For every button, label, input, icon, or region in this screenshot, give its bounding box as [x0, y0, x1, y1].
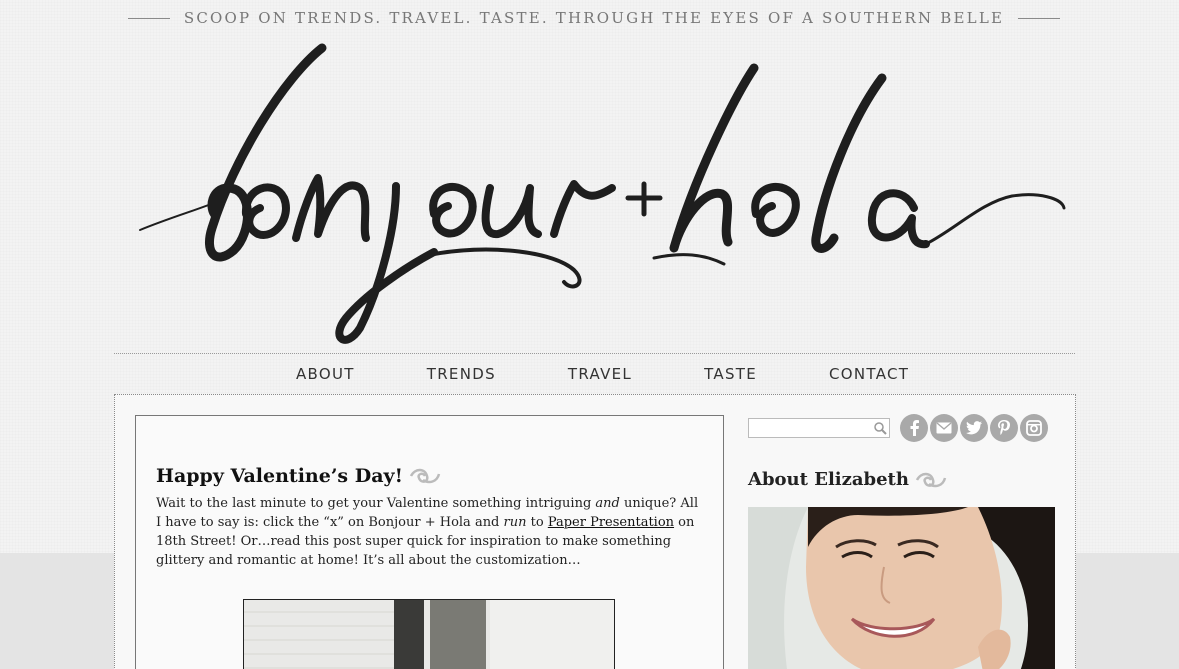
post-excerpt: Wait to the last minute to get your Vale… — [156, 494, 701, 570]
excerpt-text: to — [526, 515, 548, 530]
tagline-rule-left — [127, 17, 170, 19]
excerpt-emphasis: and — [595, 496, 620, 511]
about-title: About Elizabeth — [748, 469, 909, 490]
post-title-link[interactable]: Happy Valentine’s Day! — [156, 465, 403, 487]
email-icon[interactable] — [930, 414, 958, 442]
paper-presentation-link[interactable]: Paper Presentation — [548, 515, 674, 530]
nav-divider-line — [114, 353, 1075, 354]
nav-item-travel[interactable]: TRAVEL — [532, 364, 668, 384]
post-title-row: Happy Valentine’s Day! — [156, 465, 441, 487]
about-title-row: About Elizabeth — [748, 469, 947, 490]
instagram-icon[interactable] — [1020, 414, 1048, 442]
tagline-rule-right — [1018, 17, 1061, 19]
site-logo[interactable] — [134, 38, 1070, 348]
search-icon[interactable] — [873, 421, 887, 435]
nav-item-about[interactable]: ABOUT — [260, 364, 391, 384]
social-icons — [900, 414, 1048, 442]
nav-item-trends[interactable]: TRENDS — [391, 364, 532, 384]
search-input[interactable] — [749, 421, 869, 440]
twitter-icon[interactable] — [960, 414, 988, 442]
swirl-ornament-icon — [915, 472, 947, 487]
site-tagline: SCOOP ON TRENDS. TRAVEL. TASTE. THROUGH … — [183, 9, 1005, 27]
facebook-icon[interactable] — [900, 414, 928, 442]
portrait-image — [748, 507, 1055, 669]
post-image-graphic — [244, 600, 614, 669]
search-box — [748, 418, 890, 440]
pinterest-icon[interactable] — [990, 414, 1018, 442]
logo-script-image — [139, 43, 1066, 344]
swirl-ornament-icon — [409, 468, 441, 484]
nav-item-taste[interactable]: TASTE — [668, 364, 793, 384]
excerpt-text: Wait to the last minute to get your Vale… — [156, 496, 596, 511]
post-image[interactable] — [243, 599, 615, 669]
tagline-row: SCOOP ON TRENDS. TRAVEL. TASTE. THROUGH … — [118, 8, 1070, 28]
nav-item-contact[interactable]: CONTACT — [793, 364, 945, 384]
about-photo — [748, 507, 1055, 669]
main-nav: ABOUT TRENDS TRAVEL TASTE CONTACT — [260, 362, 930, 386]
excerpt-emphasis: run — [503, 515, 527, 530]
